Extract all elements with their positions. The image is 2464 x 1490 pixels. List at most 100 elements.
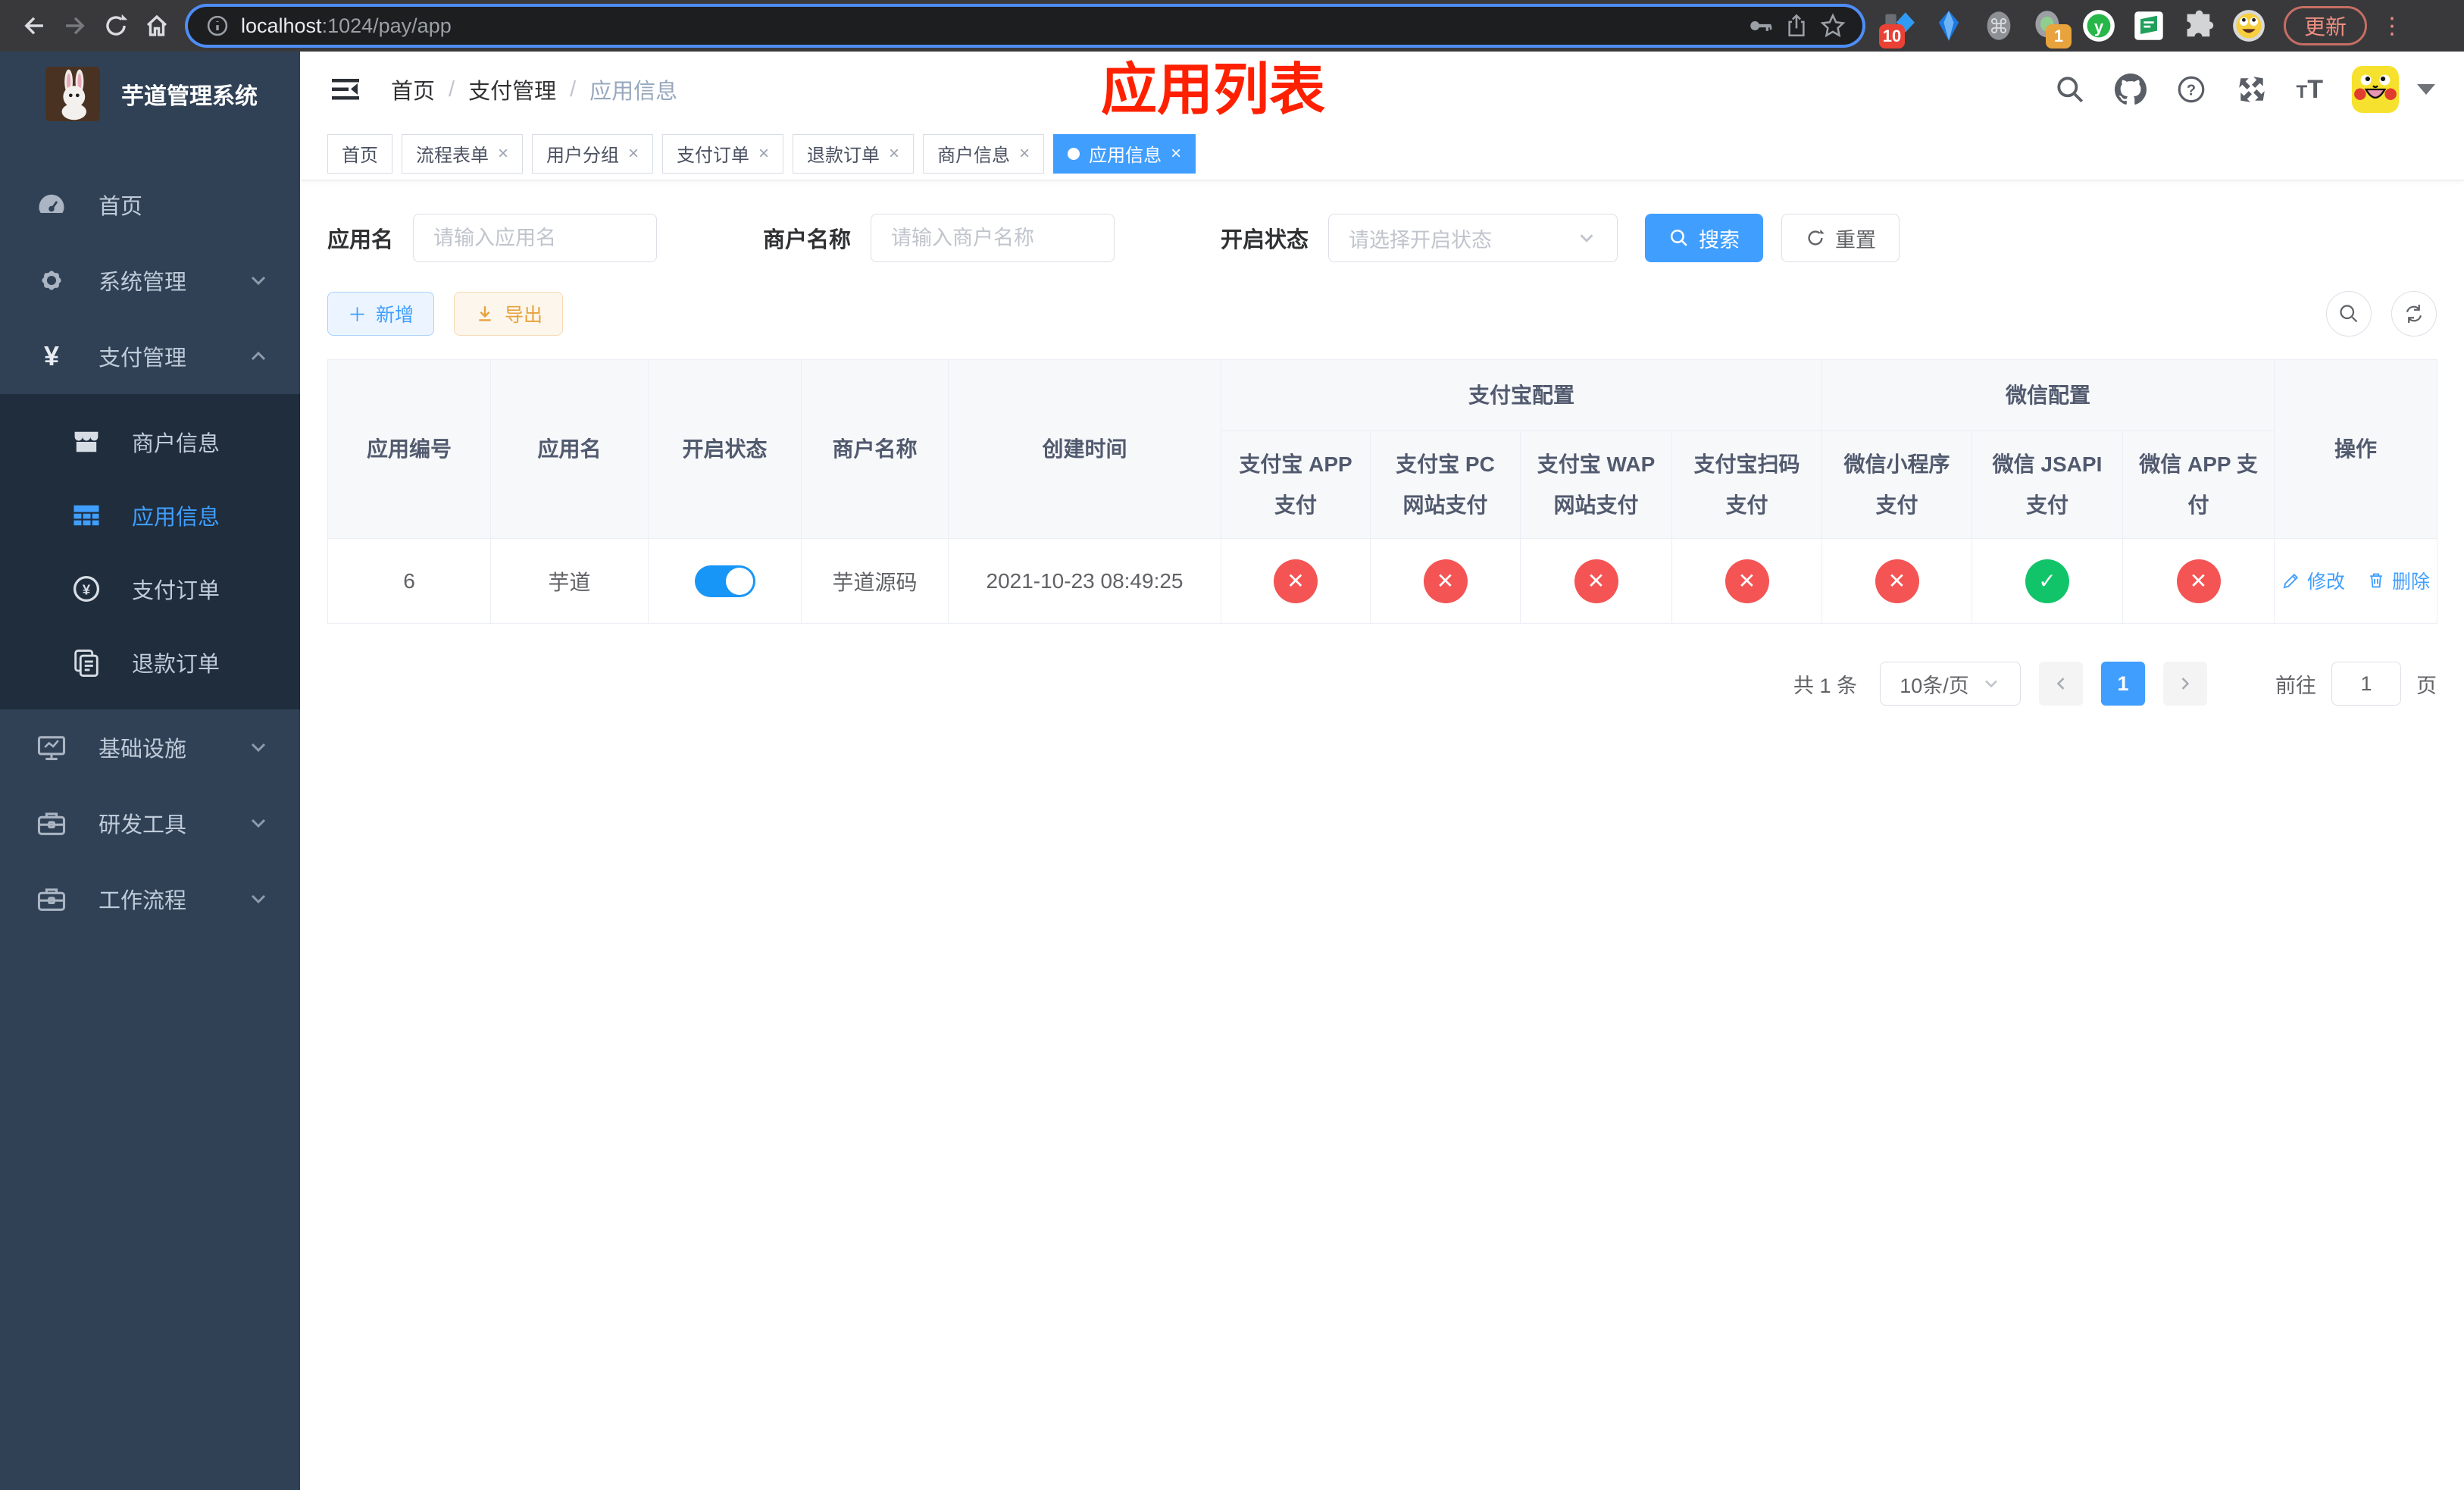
trash-icon (2370, 573, 2382, 587)
edit-pencil-icon (2283, 573, 2299, 588)
sidebar-item-home[interactable]: 首页 (0, 167, 300, 243)
cell-status (648, 538, 802, 624)
tag-app-info[interactable]: 应用信息 × (1053, 133, 1196, 174)
sidebar-item-refund-order[interactable]: 退款订单 (0, 625, 300, 699)
reset-button[interactable]: 重置 (1781, 214, 1900, 262)
share-icon[interactable] (1784, 13, 1809, 39)
app-name-input[interactable] (413, 214, 658, 262)
next-page-button[interactable] (2163, 662, 2207, 706)
extension-badge: 10 (1879, 24, 1905, 49)
sidebar-item-app-info[interactable]: 应用信息 (0, 478, 300, 552)
github-icon[interactable] (2114, 74, 2147, 105)
extension-badge: 1 (2046, 24, 2072, 49)
sidebar-item-infra[interactable]: 基础设施 (0, 709, 300, 785)
close-icon[interactable]: × (628, 143, 639, 164)
fullscreen-icon[interactable] (2236, 74, 2268, 105)
password-key-icon[interactable] (1747, 13, 1773, 39)
site-info-icon[interactable] (205, 13, 230, 39)
tag-pay-order[interactable]: 支付订单 × (662, 133, 784, 174)
sidebar-item-system[interactable]: 系统管理 (0, 243, 300, 318)
close-icon[interactable]: × (758, 143, 769, 164)
browser-back-button[interactable] (14, 5, 55, 46)
status-select-placeholder: 请选择开启状态 (1349, 228, 1493, 252)
refresh-table-button[interactable] (2391, 291, 2437, 337)
status-cross-icon (1274, 559, 1318, 603)
tag-home[interactable]: 首页 (327, 133, 392, 174)
export-button[interactable]: 导出 (454, 292, 564, 336)
top-navbar: 首页 / 支付管理 / 应用信息 应用列表 ? TT (300, 52, 2464, 127)
browser-menu-kebab[interactable]: ⋮ (2381, 13, 2403, 39)
extensions-puzzle-icon[interactable] (2182, 9, 2215, 42)
header-search-icon[interactable] (2054, 74, 2086, 105)
extension-icon-gem[interactable] (1932, 9, 1965, 42)
cell-wx-app (2122, 538, 2275, 624)
app-title: 芋道管理系统 (121, 84, 258, 109)
browser-home-button[interactable] (136, 5, 177, 46)
help-icon[interactable]: ? (2175, 74, 2207, 105)
tag-label: 用户分组 (546, 146, 620, 166)
bookmark-star-icon[interactable] (1820, 13, 1846, 39)
browser-reload-button[interactable] (95, 5, 136, 46)
search-icon (1670, 229, 1687, 246)
status-cross-icon (1423, 559, 1468, 603)
sidebar-item-label: 商户信息 (132, 431, 220, 456)
extension-icon-y[interactable]: y (2082, 9, 2115, 42)
close-icon[interactable]: × (1019, 143, 1030, 164)
user-avatar[interactable] (2352, 66, 2399, 113)
page-number-1[interactable]: 1 (2101, 662, 2145, 706)
chevron-down-icon (251, 894, 266, 904)
profile-avatar-icon[interactable] (2232, 9, 2265, 42)
browser-forward-button[interactable] (55, 5, 95, 46)
extension-icon-tabs[interactable]: 10 (1879, 9, 1915, 49)
tag-refund-order[interactable]: 退款订单 × (793, 133, 915, 174)
toggle-knob (725, 567, 753, 595)
close-icon[interactable]: × (498, 143, 508, 164)
url-text: localhost:1024/pay/app (241, 14, 452, 37)
active-dot (1068, 147, 1080, 160)
avatar-dropdown-caret[interactable] (2417, 84, 2435, 95)
edit-button[interactable]: 修改 (2281, 567, 2345, 594)
col-alipay-wap: 支付宝 WAP 网站支付 (1520, 430, 1672, 539)
merchant-name-input[interactable] (871, 214, 1115, 262)
sidebar-item-workflow[interactable]: 工作流程 (0, 861, 300, 937)
table-grid-icon (70, 499, 103, 532)
sidebar-item-payment[interactable]: ¥ 支付管理 (0, 318, 300, 394)
page-annotation: 应用列表 (1101, 58, 1325, 121)
reload-icon (106, 14, 128, 36)
prev-page-button[interactable] (2039, 662, 2083, 706)
col-app-id: 应用编号 (327, 359, 491, 539)
refresh-icon (1808, 229, 1825, 246)
close-icon[interactable]: × (1171, 143, 1181, 164)
sidebar-fold-icon[interactable] (329, 73, 362, 106)
tag-merchant-info[interactable]: 商户信息 × (923, 133, 1045, 174)
y-ext-glyph: y (2083, 10, 2115, 42)
sidebar-item-pay-order[interactable]: ¥ 支付订单 (0, 552, 300, 625)
search-button[interactable]: 搜索 (1645, 214, 1764, 262)
extension-icon-recorder[interactable]: 1 (2032, 9, 2072, 49)
delete-button[interactable]: 删除 (2366, 567, 2430, 594)
status-select[interactable]: 请选择开启状态 (1328, 214, 1618, 262)
tag-process-form[interactable]: 流程表单 × (402, 133, 524, 174)
sidebar-item-dev-tools[interactable]: 研发工具 (0, 785, 300, 861)
breadcrumb-home[interactable]: 首页 (391, 74, 435, 105)
add-button[interactable]: ＋ 新增 (327, 292, 435, 336)
toggle-search-button[interactable] (2326, 291, 2372, 337)
sidebar-item-label: 工作流程 (98, 889, 187, 913)
col-app-name: 应用名 (490, 359, 649, 539)
breadcrumb-current: 应用信息 (589, 80, 678, 104)
breadcrumb-payment[interactable]: 支付管理 (468, 74, 556, 105)
table-toolbar: ＋ 新增 导出 (327, 291, 2437, 337)
close-icon[interactable]: × (889, 143, 899, 164)
browser-update-button[interactable]: 更新 (2284, 6, 2368, 45)
sidebar-item-merchant-info[interactable]: 商户信息 (0, 405, 300, 478)
font-size-icon[interactable]: TT (2297, 75, 2323, 105)
svg-text:¥: ¥ (83, 581, 91, 597)
extension-icon-command[interactable]: ⌘ (1982, 9, 2015, 42)
page-size-select[interactable]: 10条/页 (1880, 662, 2021, 706)
tag-user-group[interactable]: 用户分组 × (532, 133, 654, 174)
address-bar[interactable]: localhost:1024/pay/app (188, 7, 1862, 45)
extension-icon-chat[interactable] (2132, 9, 2165, 42)
status-toggle[interactable] (694, 565, 755, 597)
app-name-label: 应用名 (327, 228, 394, 252)
goto-page-input[interactable] (2331, 662, 2401, 706)
